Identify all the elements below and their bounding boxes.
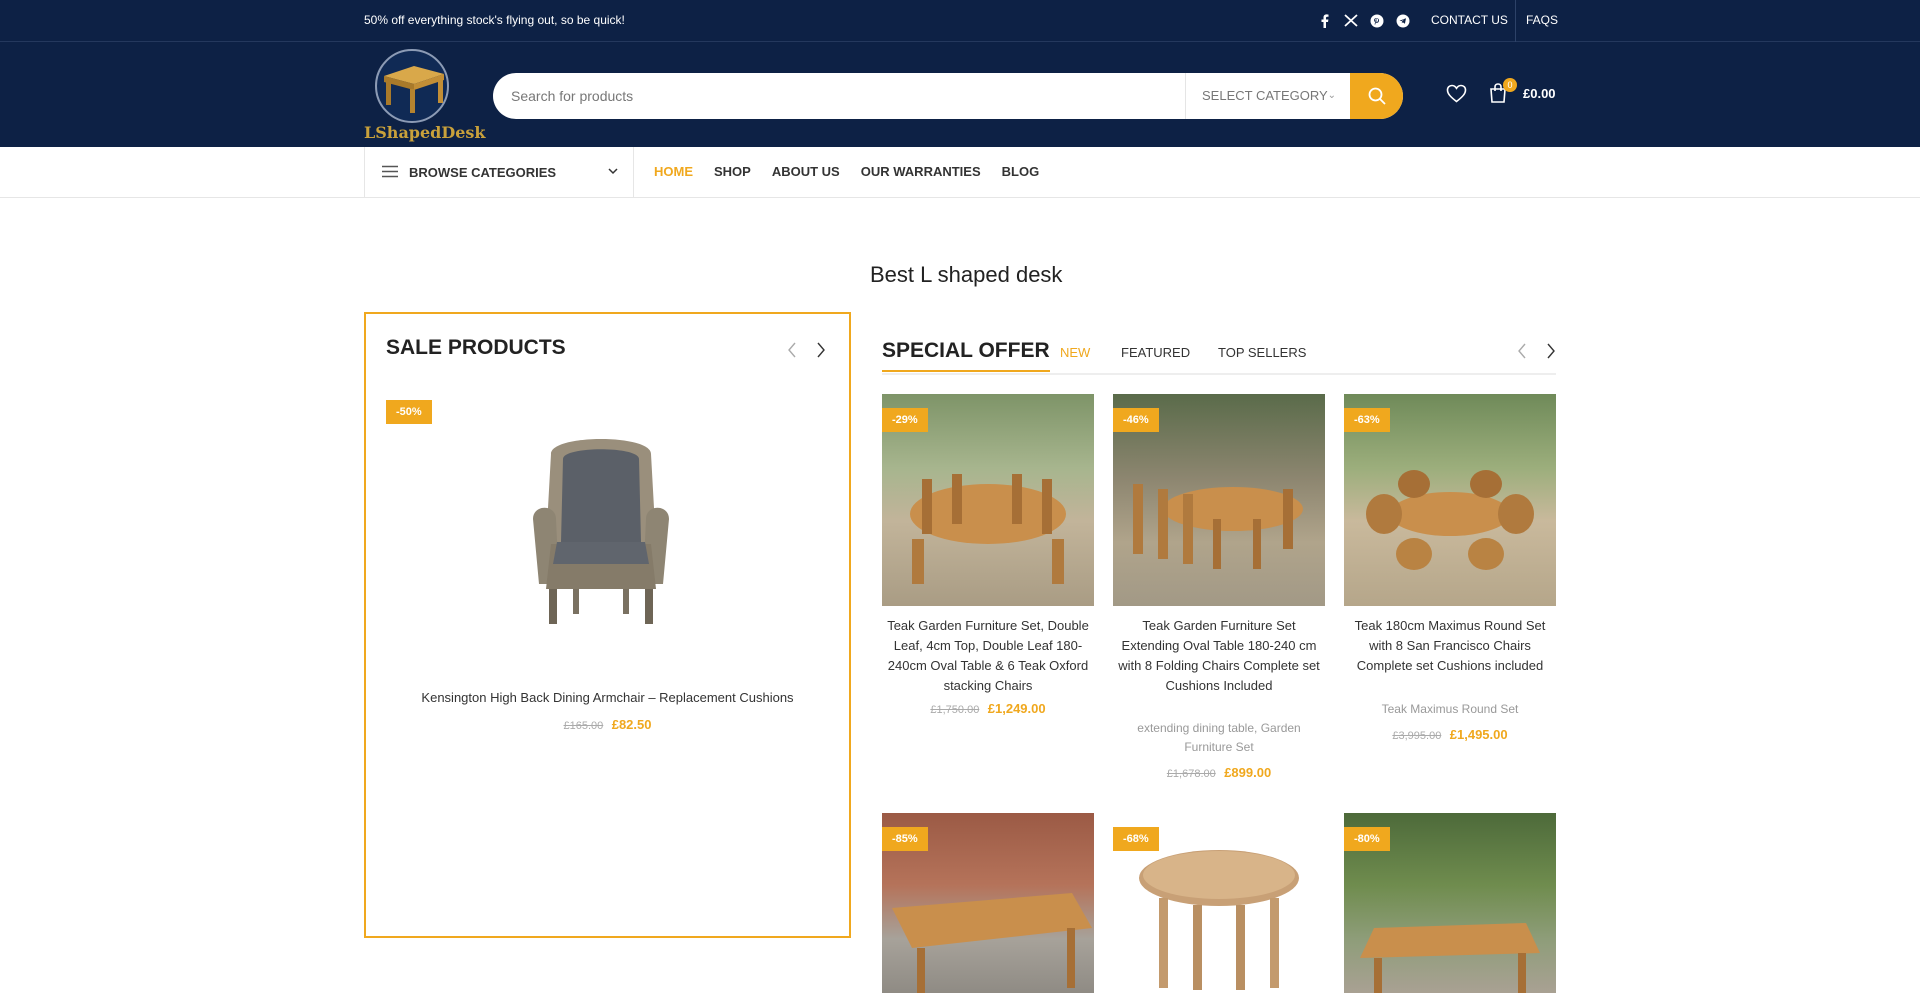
product-name[interactable]: Teak Garden Furniture Set Extending Oval… [1113,616,1325,696]
product-image-armchair[interactable] [511,424,691,639]
search-bar: SELECT CATEGORY ⌄ [493,73,1403,119]
chevron-left-icon [1518,343,1526,359]
discount-badge: -68% [1113,827,1159,851]
heart-icon [1446,84,1467,103]
browse-categories-label: BROWSE CATEGORIES [409,165,557,180]
chevron-left-icon [788,342,796,358]
special-offer-heading: SPECIAL OFFER [882,339,1050,372]
main-header: LShapedDesk SELECT CATEGORY ⌄ 0 £0.00 [0,42,1920,147]
social-links [1316,12,1411,29]
product-price: £1,678.00 £899.00 [1113,764,1325,782]
faqs-link[interactable]: FAQS [1526,13,1558,27]
telegram-icon[interactable] [1394,12,1411,29]
chevron-down-icon [608,168,618,175]
product-price: £1,750.00 £1,249.00 [882,700,1094,718]
product-price: £3,995.00 £1,495.00 [1344,726,1556,744]
old-price: £1,750.00 [930,704,980,716]
product-categories[interactable]: Teak Maximus Round Set [1344,700,1556,719]
browse-categories-button[interactable]: BROWSE CATEGORIES [364,147,634,198]
special-offer-tabs: SPECIAL OFFER NEW FEATURED TOP SELLERS [882,335,1556,375]
cart-total[interactable]: £0.00 [1523,86,1556,101]
sale-next-button[interactable] [816,342,826,363]
old-price: £1,678.00 [1166,768,1216,780]
new-price: £82.50 [611,717,652,732]
discount-badge: -29% [882,408,928,432]
cart-button[interactable]: 0 [1487,78,1517,109]
product-name[interactable]: Kensington High Back Dining Armchair – R… [366,690,849,705]
product-price: £165.00 £82.50 [366,716,849,734]
offer-next-button[interactable] [1546,343,1556,364]
nav-blog[interactable]: BLOG [1002,164,1040,179]
category-select-label: SELECT CATEGORY [1202,88,1328,103]
chevron-right-icon [1547,343,1555,359]
search-input[interactable] [493,73,1185,119]
sale-products-heading: SALE PRODUCTS [386,336,566,359]
offer-prev-button[interactable] [1517,343,1527,364]
promo-text: 50% off everything stock's flying out, s… [364,13,625,27]
sale-prev-button[interactable] [787,342,797,363]
site-logo[interactable]: LShapedDesk [364,48,486,143]
nav-shop[interactable]: SHOP [714,164,751,179]
discount-badge: -46% [1113,408,1159,432]
menu-icon [382,165,398,178]
page-title: Best L shaped desk [870,262,1063,287]
discount-badge: -50% [386,400,432,424]
top-divider [1515,0,1516,42]
logo-text: LShapedDesk [364,123,486,142]
new-price: £899.00 [1224,765,1272,780]
desk-logo-icon [375,49,449,123]
x-icon[interactable] [1342,12,1359,29]
product-name[interactable]: Teak Garden Furniture Set, Double Leaf, … [882,616,1094,696]
facebook-icon[interactable] [1316,12,1333,29]
tab-featured[interactable]: FEATURED [1121,345,1190,360]
discount-badge: -63% [1344,408,1390,432]
search-button[interactable] [1350,73,1403,119]
discount-badge: -85% [882,827,928,851]
cart-count-badge: 0 [1503,78,1517,92]
new-price: £1,249.00 [987,701,1046,716]
search-icon [1368,87,1386,105]
new-price: £1,495.00 [1449,727,1508,742]
category-select[interactable]: SELECT CATEGORY ⌄ [1185,73,1350,119]
sale-products-widget: SALE PRODUCTS -50% Kensington High Back … [364,312,851,938]
old-price: £3,995.00 [1392,730,1442,742]
product-categories[interactable]: extending dining table, Garden Furniture… [1113,719,1325,757]
nav-about-us[interactable]: ABOUT US [772,164,840,179]
discount-badge: -80% [1344,827,1390,851]
chevron-down-icon: ⌄ [1327,90,1336,101]
old-price: £165.00 [563,720,604,732]
top-bar: 50% off everything stock's flying out, s… [0,0,1920,42]
nav-our-warranties[interactable]: OUR WARRANTIES [861,164,981,179]
tab-top-sellers[interactable]: TOP SELLERS [1218,345,1306,360]
tab-new[interactable]: NEW [1060,345,1090,360]
product-name[interactable]: Teak 180cm Maximus Round Set with 8 San … [1344,616,1556,676]
pinterest-icon[interactable] [1368,12,1385,29]
nav-bar: BROWSE CATEGORIES HOME SHOP ABOUT US OUR… [0,147,1920,198]
contact-us-link[interactable]: CONTACT US [1431,13,1508,27]
chevron-right-icon [817,342,825,358]
main-nav: HOME SHOP ABOUT US OUR WARRANTIES BLOG [654,164,1039,179]
wishlist-button[interactable] [1446,84,1467,108]
armchair-illustration [533,439,669,624]
nav-home[interactable]: HOME [654,164,693,179]
